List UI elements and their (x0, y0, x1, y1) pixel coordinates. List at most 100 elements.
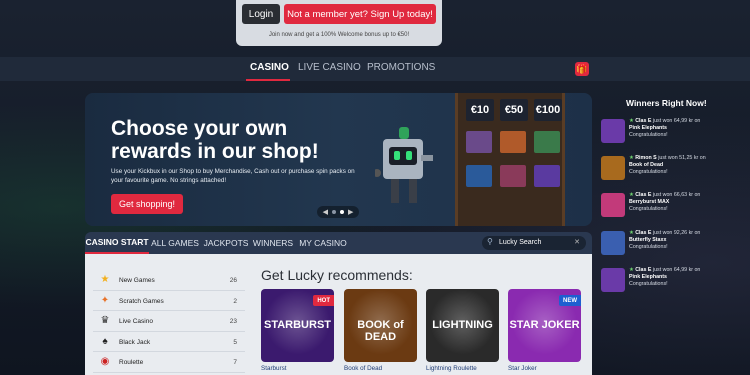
game-badge: NEW (559, 295, 581, 306)
winner-amount: 92,26 kr (673, 230, 693, 236)
category-item[interactable]: ✦ Scratch Games 2 (93, 291, 245, 311)
winner-amount: 51,25 kr (679, 155, 699, 161)
lucky-search-input[interactable]: ⚲ Lucky Search ✕ (482, 236, 586, 250)
chevron-right-icon[interactable]: ▶ (348, 208, 353, 216)
nav-casino[interactable]: CASINO (250, 62, 289, 73)
roulette-icon: ◉ (100, 356, 110, 367)
shelf-game-tile (500, 165, 526, 187)
carousel-dot-active[interactable] (340, 210, 344, 214)
winner-congrats: Congratulations! (629, 132, 668, 139)
winners-title: Winners Right Now! (626, 98, 707, 108)
winner-game[interactable]: Pink Elephants (629, 274, 667, 280)
winner-on: on (699, 155, 706, 161)
main-nav: CASINO LIVE CASINO PROMOTIONS 🎁 (0, 57, 750, 81)
game-tile[interactable]: STARBURST HOT (261, 289, 334, 362)
signup-button[interactable]: Not a member yet? Sign Up today! (284, 4, 436, 24)
nav-promotions[interactable]: PROMOTIONS (367, 62, 435, 73)
category-list: ★ New Games 26 ✦ Scratch Games 2 ♛ Live Casino 2… (93, 270, 245, 373)
tab-casino-start[interactable]: CASINO START (85, 232, 149, 254)
game-tile[interactable]: STAR JOKER NEW (508, 289, 581, 362)
game-art-text: BOOK of DEAD (357, 319, 404, 343)
winner-game[interactable]: Berryburst MAX (629, 199, 669, 205)
game-tile[interactable]: LIGHTNING (426, 289, 499, 362)
category-count: 26 (229, 277, 237, 284)
game-name[interactable]: Lightning Roulette (426, 365, 477, 372)
shelf-game-tile (534, 165, 560, 187)
shop-shelf: €10 €50 €100 (455, 93, 565, 226)
game-name[interactable]: Book of Dead (344, 365, 382, 372)
winner-on: on (694, 118, 701, 124)
winner-item[interactable]: ★ Rimon S just won 51,25 kr on Book of De… (601, 155, 721, 181)
winner-congrats: Congratulations! (629, 281, 668, 288)
winner-game-thumbnail[interactable] (601, 119, 625, 143)
gift-icon[interactable]: 🎁 (575, 62, 589, 76)
shelf-game-tile (466, 131, 492, 153)
shelf-game-tile (534, 131, 560, 153)
winner-congrats: Congratulations! (629, 206, 668, 213)
winner-on: on (694, 192, 701, 198)
winner-on: on (694, 230, 701, 236)
voucher-10: €10 (466, 99, 494, 121)
robot-mascot-icon (375, 127, 433, 203)
shelf-game-tile (466, 165, 492, 187)
winner-item[interactable]: ★ Clas E just won 64,99 kr on Pink Elepha… (601, 118, 721, 144)
hero-title: Choose your own rewards in our shop! (111, 117, 319, 163)
tab-winners[interactable]: WINNERS (251, 232, 295, 254)
game-name[interactable]: Star Joker (508, 365, 537, 372)
winner-text: ★ Clas E just won 64,99 kr on Pink Elepha… (629, 267, 723, 289)
login-button[interactable]: Login (242, 4, 280, 24)
winner-text: ★ Clas E just won 66,63 kr on Berryburst … (629, 192, 723, 214)
tab-my-casino[interactable]: MY CASINO (295, 232, 351, 254)
winner-game[interactable]: Book of Dead (629, 162, 663, 168)
category-label: New Games (119, 277, 155, 284)
voucher-50: €50 (500, 99, 528, 121)
winner-game[interactable]: Pink Elephants (629, 125, 667, 131)
category-item[interactable]: ★ New Games 26 (93, 270, 245, 291)
cards-icon: ♠ (102, 335, 108, 347)
category-item[interactable]: ◉ Roulette 7 (93, 352, 245, 373)
search-icon: ⚲ (487, 237, 493, 246)
game-name[interactable]: Starburst (261, 365, 287, 372)
winner-game-thumbnail[interactable] (601, 268, 625, 292)
game-badge: HOT (313, 295, 334, 306)
login-panel: Login Not a member yet? Sign Up today! J… (236, 0, 442, 46)
chevron-left-icon[interactable]: ◀ (323, 208, 328, 216)
winner-item[interactable]: ★ Clas E just won 66,63 kr on Berryburst … (601, 192, 721, 218)
game-art-text: LIGHTNING (432, 319, 493, 331)
winner-text: ★ Rimon S just won 51,25 kr on Book of De… (629, 155, 723, 177)
winner-game[interactable]: Butterfly Staxx (629, 237, 666, 243)
scratch-icon: ✦ (100, 294, 110, 306)
nav-live-casino[interactable]: LIVE CASINO (298, 62, 361, 73)
voucher-100: €100 (534, 99, 562, 121)
winner-game-thumbnail[interactable] (601, 193, 625, 217)
category-label: Roulette (119, 359, 144, 366)
category-count: 5 (233, 338, 237, 346)
category-count: 2 (233, 297, 237, 305)
hero-banner[interactable]: Choose your own rewards in our shop! Use… (85, 93, 592, 226)
category-item[interactable]: ♛ Live Casino 23 (93, 311, 245, 332)
get-shopping-button[interactable]: Get shopping! (111, 194, 183, 214)
winner-congrats: Congratulations! (629, 244, 668, 251)
tab-jackpots[interactable]: JACKPOTS (201, 232, 251, 254)
winner-name: Clas E (635, 118, 652, 124)
winner-game-thumbnail[interactable] (601, 231, 625, 255)
clear-icon[interactable]: ✕ (574, 238, 580, 246)
winner-amount: 64,99 kr (673, 267, 693, 273)
tab-all-games[interactable]: ALL GAMES (149, 232, 201, 254)
winner-game-thumbnail[interactable] (601, 156, 625, 180)
category-item[interactable]: ♠ Black Jack 5 (93, 332, 245, 352)
game-tile[interactable]: BOOK of DEAD (344, 289, 417, 362)
category-label: Scratch Games (119, 297, 164, 305)
winner-just-won: just won (652, 192, 673, 198)
winner-amount: 66,63 kr (673, 192, 693, 198)
carousel-dot[interactable] (332, 210, 336, 214)
winner-name: Clas E (635, 192, 652, 198)
nav-active-indicator (246, 79, 290, 81)
hero-description: Use your Kickbux in our Shop to buy Merc… (111, 168, 355, 184)
winner-congrats: Congratulations! (629, 169, 668, 176)
star-icon: ★ (100, 274, 110, 285)
category-count: 23 (229, 318, 237, 325)
winner-text: ★ Clas E just won 64,99 kr on Pink Elepha… (629, 118, 723, 140)
winner-item[interactable]: ★ Clas E just won 92,26 kr on Butterfly S… (601, 230, 721, 256)
winner-item[interactable]: ★ Clas E just won 64,99 kr on Pink Elepha… (601, 267, 721, 293)
